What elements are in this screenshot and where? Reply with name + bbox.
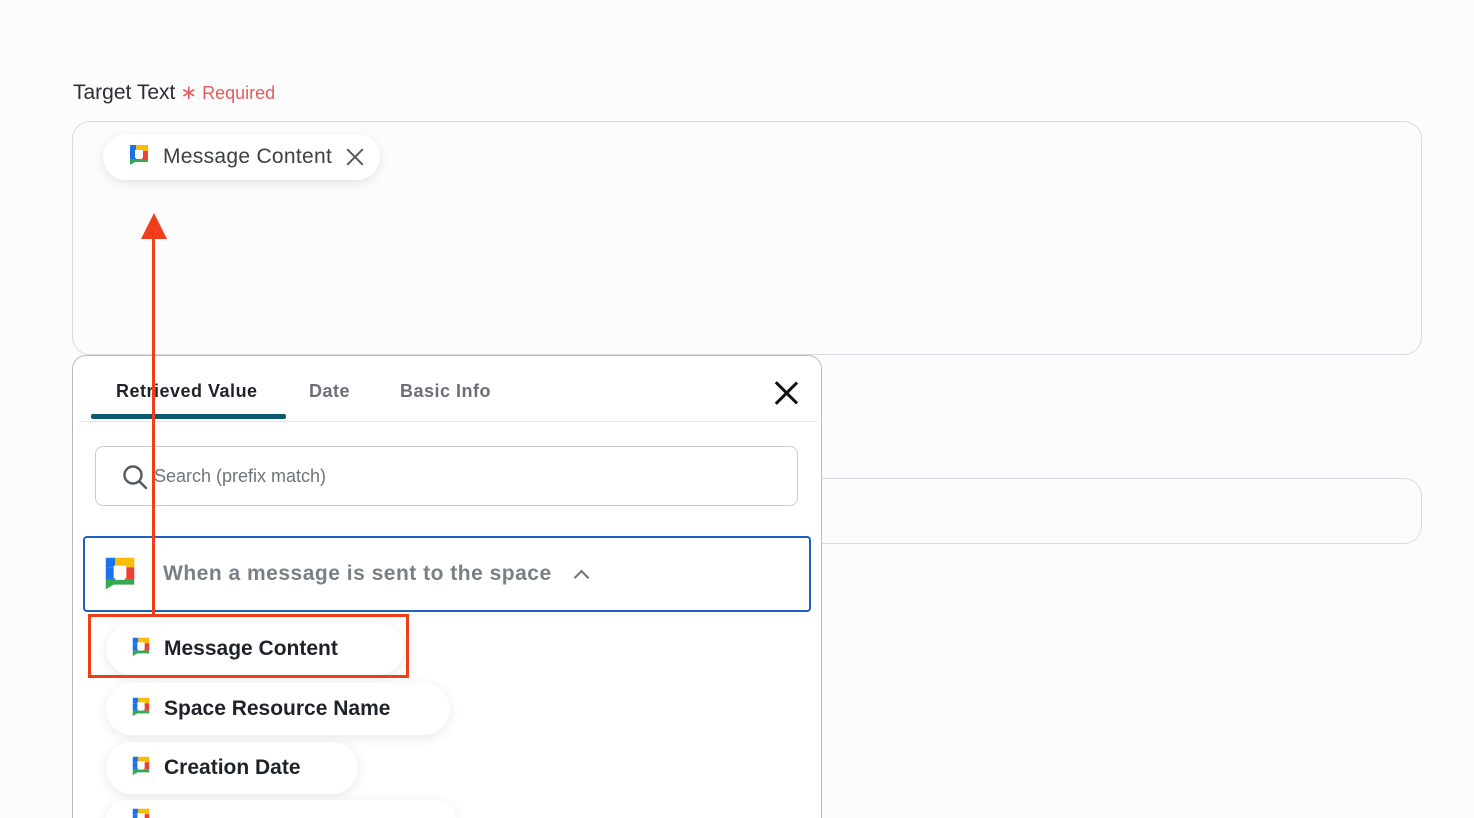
google-chat-icon xyxy=(130,806,152,818)
search-box xyxy=(95,446,798,506)
chip-label: Message Content xyxy=(163,145,333,168)
trigger-group-header[interactable]: When a message is sent to the space xyxy=(83,536,811,612)
list-item[interactable]: Message Content xyxy=(106,623,404,675)
selected-value-chip[interactable]: Message Content xyxy=(103,134,381,180)
list-item[interactable]: Space Resource Name xyxy=(106,683,450,735)
item-label: Space Resource Name xyxy=(164,697,391,720)
search-input[interactable] xyxy=(154,459,754,493)
tab-basic-info[interactable]: Basic Info xyxy=(400,381,491,402)
search-icon xyxy=(123,465,148,490)
required-asterisk: ∗ xyxy=(180,82,198,104)
target-text-label: Target Text ∗ Required xyxy=(73,80,275,105)
close-panel-icon[interactable] xyxy=(773,380,799,406)
required-text: Required xyxy=(202,83,276,103)
annotation-arrow-head xyxy=(141,213,167,239)
field-label-text: Target Text xyxy=(73,81,176,104)
annotation-arrow-line xyxy=(152,236,155,614)
list-item[interactable]: Creation Date xyxy=(106,742,358,794)
item-label: Message Content xyxy=(164,637,338,660)
list-item[interactable] xyxy=(106,800,456,818)
google-chat-icon xyxy=(101,553,139,596)
picker-tabs: Retrieved Value Date Basic Info xyxy=(81,356,817,422)
tab-retrieved-value[interactable]: Retrieved Value xyxy=(116,381,258,402)
google-chat-icon xyxy=(130,754,152,782)
group-label: When a message is sent to the space xyxy=(163,562,552,585)
item-label: Creation Date xyxy=(164,756,301,779)
google-chat-icon xyxy=(130,635,152,663)
remove-chip-icon[interactable] xyxy=(344,146,366,168)
active-tab-indicator xyxy=(91,414,286,419)
secondary-input-field[interactable] xyxy=(800,478,1422,544)
google-chat-icon xyxy=(127,142,151,172)
tab-date[interactable]: Date xyxy=(309,381,350,402)
google-chat-icon xyxy=(130,695,152,723)
chevron-up-icon xyxy=(574,567,588,581)
page: Target Text ∗ Required Message Content R… xyxy=(0,0,1474,818)
